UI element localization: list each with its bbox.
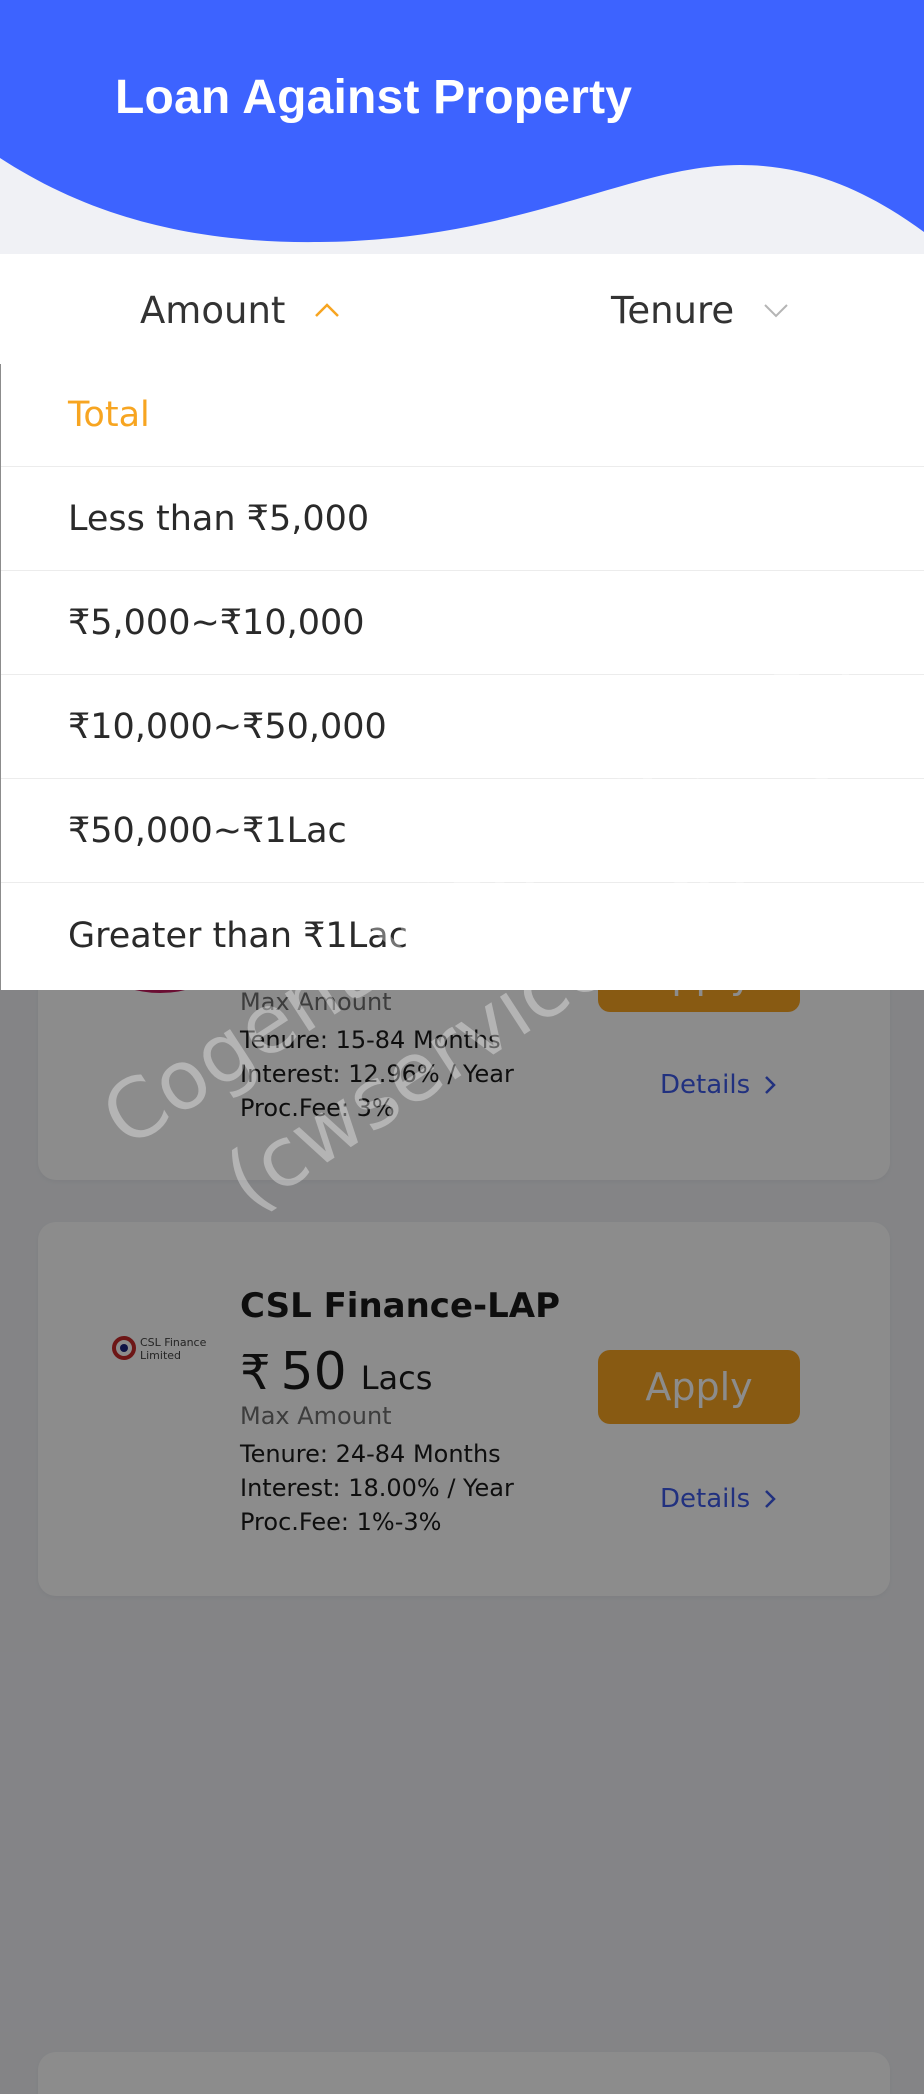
filter-tab-tenure[interactable]: Tenure	[611, 254, 792, 366]
chevron-up-icon	[311, 294, 343, 326]
page-title: Loan Against Property	[115, 71, 633, 124]
dropdown-item-total[interactable]: Total	[1, 364, 924, 467]
dropdown-item-less-than-5000[interactable]: Less than ₹5,000	[1, 468, 924, 571]
filter-tab-amount-label: Amount	[140, 288, 286, 332]
filter-tab-tenure-label: Tenure	[611, 288, 735, 332]
page: Loan Against Property Amount Tenure Appl…	[0, 0, 924, 2094]
header-background	[0, 0, 924, 243]
dropdown-item-50000-1lac[interactable]: ₹50,000~₹1Lac	[1, 780, 924, 883]
chevron-down-icon	[760, 294, 792, 326]
dropdown-item-10000-50000[interactable]: ₹10,000~₹50,000	[1, 676, 924, 779]
filter-tab-amount[interactable]: Amount	[140, 254, 343, 366]
dropdown-item-greater-than-1lac[interactable]: Greater than ₹1Lac	[1, 884, 924, 987]
filter-bar: Amount Tenure	[0, 254, 924, 366]
dropdown-item-5000-10000[interactable]: ₹5,000~₹10,000	[1, 572, 924, 675]
amount-dropdown: Total Less than ₹5,000 ₹5,000~₹10,000 ₹1…	[0, 364, 924, 990]
